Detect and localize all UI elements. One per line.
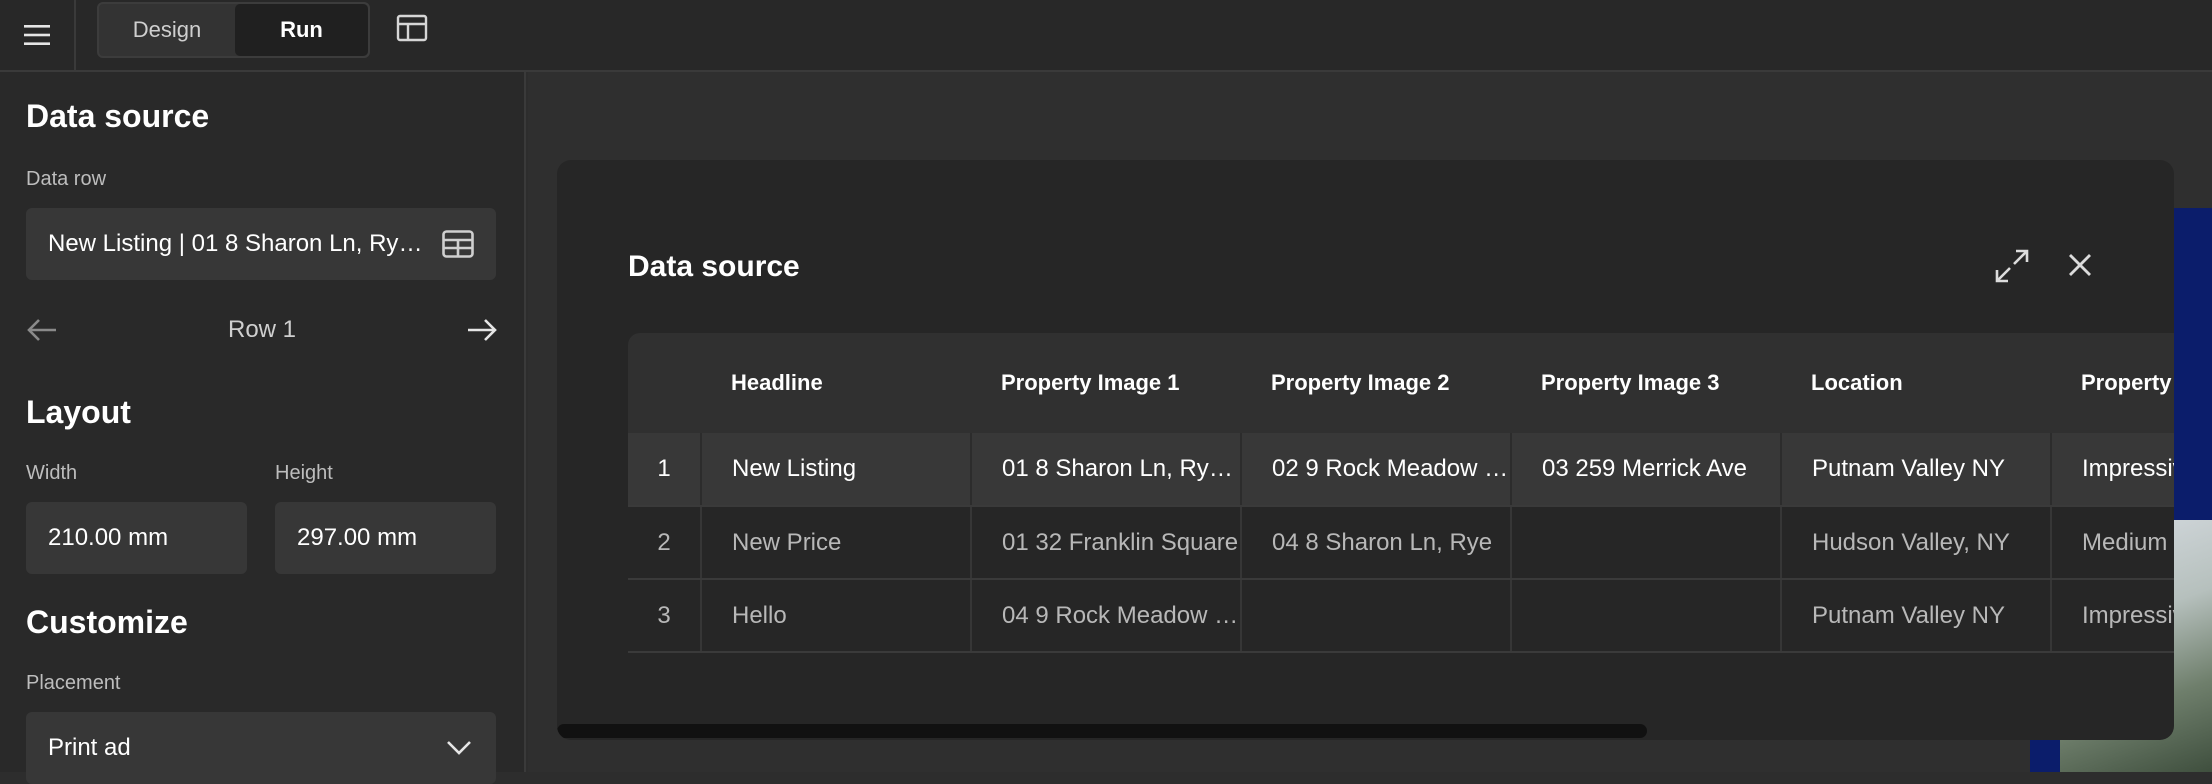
arrow-right-icon[interactable] <box>466 318 498 342</box>
height-label: Height <box>275 462 333 484</box>
column-header-location: Location <box>1781 333 2051 433</box>
data-table-container: Headline Property Image 1 Property Image… <box>628 333 2174 653</box>
column-header-image3: Property Image 3 <box>1511 333 1781 433</box>
cell-location: Putnam Valley NY <box>1781 433 2052 507</box>
cell-image3 <box>1511 506 1782 580</box>
cell-image3 <box>1511 579 1782 653</box>
cell-headline: New Price <box>701 506 972 580</box>
data-row-label: Data row <box>26 168 107 190</box>
table-header-row: Headline Property Image 1 Property Image… <box>628 333 2174 433</box>
column-header-headline: Headline <box>701 333 971 433</box>
chevron-down-icon <box>447 741 471 755</box>
customize-heading: Customize <box>26 604 188 640</box>
cell-headline: Hello <box>701 579 972 653</box>
layout-panel-icon <box>396 14 428 42</box>
row-number: 2 <box>628 506 702 580</box>
cell-image3: 03 259 Merrick Ave <box>1511 433 1782 507</box>
table-row[interactable]: 3 Hello 04 9 Rock Meadow Rd Putnam Valle… <box>628 579 2174 653</box>
cell-image2: 02 9 Rock Meadow Rd <box>1241 433 1512 507</box>
placement-select[interactable]: Print ad <box>26 712 496 784</box>
tab-design[interactable]: Design <box>99 4 235 56</box>
mode-switch: Design Run <box>97 2 370 58</box>
layout-heading: Layout <box>26 394 131 430</box>
data-row-value: New Listing | 01 8 Sharon Ln, Rye Brook,… <box>48 230 426 257</box>
dialog-title: Data source <box>628 250 800 283</box>
cell-location: Hudson Valley, NY <box>1781 506 2052 580</box>
data-source-heading: Data source <box>26 98 210 134</box>
width-label: Width <box>26 462 78 484</box>
column-header-index <box>628 333 701 433</box>
row-navigator: Row 1 <box>26 310 498 350</box>
horizontal-scrollbar[interactable] <box>557 724 1647 738</box>
cell-image2 <box>1241 579 1512 653</box>
cell-headline: New Listing <box>701 433 972 507</box>
cell-image1: 01 32 Franklin Square <box>971 506 1242 580</box>
expand-icon <box>1995 249 2029 283</box>
menu-button[interactable] <box>0 0 76 70</box>
table-row[interactable]: 2 New Price 01 32 Franklin Square 04 8 S… <box>628 506 2174 580</box>
layout-toggle-button[interactable] <box>396 14 428 47</box>
column-header-description: Property Description <box>2051 333 2174 433</box>
column-header-image1: Property Image 1 <box>971 333 1241 433</box>
row-number: 3 <box>628 579 702 653</box>
tab-run[interactable]: Run <box>235 4 368 56</box>
hamburger-icon <box>24 25 50 45</box>
arrow-left-icon[interactable] <box>26 318 58 342</box>
row-number: 1 <box>628 433 702 507</box>
cell-description: Impressive <box>2051 579 2174 653</box>
cell-image1: 04 9 Rock Meadow Rd <box>971 579 1242 653</box>
column-header-image2: Property Image 2 <box>1241 333 1511 433</box>
cell-description: Medium <box>2051 506 2174 580</box>
data-table: Headline Property Image 1 Property Image… <box>628 333 2174 653</box>
data-row-select[interactable]: New Listing | 01 8 Sharon Ln, Rye Brook,… <box>26 208 496 280</box>
cell-image2: 04 8 Sharon Ln, Rye <box>1241 506 1512 580</box>
placement-value: Print ad <box>48 734 131 761</box>
close-icon <box>2069 254 2091 276</box>
cell-image1: 01 8 Sharon Ln, Rye Brook <box>971 433 1242 507</box>
top-toolbar: Design Run <box>0 0 2212 72</box>
placement-label: Placement <box>26 672 121 694</box>
cell-location: Putnam Valley NY <box>1781 579 2052 653</box>
table-icon[interactable] <box>442 230 474 258</box>
expand-button[interactable] <box>1994 248 2030 289</box>
table-row[interactable]: 1 New Listing 01 8 Sharon Ln, Rye Brook … <box>628 433 2174 507</box>
close-button[interactable] <box>2067 252 2093 283</box>
left-panel: Data source Data row New Listing | 01 8 … <box>0 72 526 784</box>
width-field[interactable]: 210.00 mm <box>26 502 247 574</box>
row-indicator: Row 1 <box>227 316 297 343</box>
height-field[interactable]: 297.00 mm <box>275 502 496 574</box>
data-source-dialog: Data source Headline Property Image 1 Pr… <box>557 160 2174 740</box>
cell-description: Impressive <box>2051 433 2174 507</box>
